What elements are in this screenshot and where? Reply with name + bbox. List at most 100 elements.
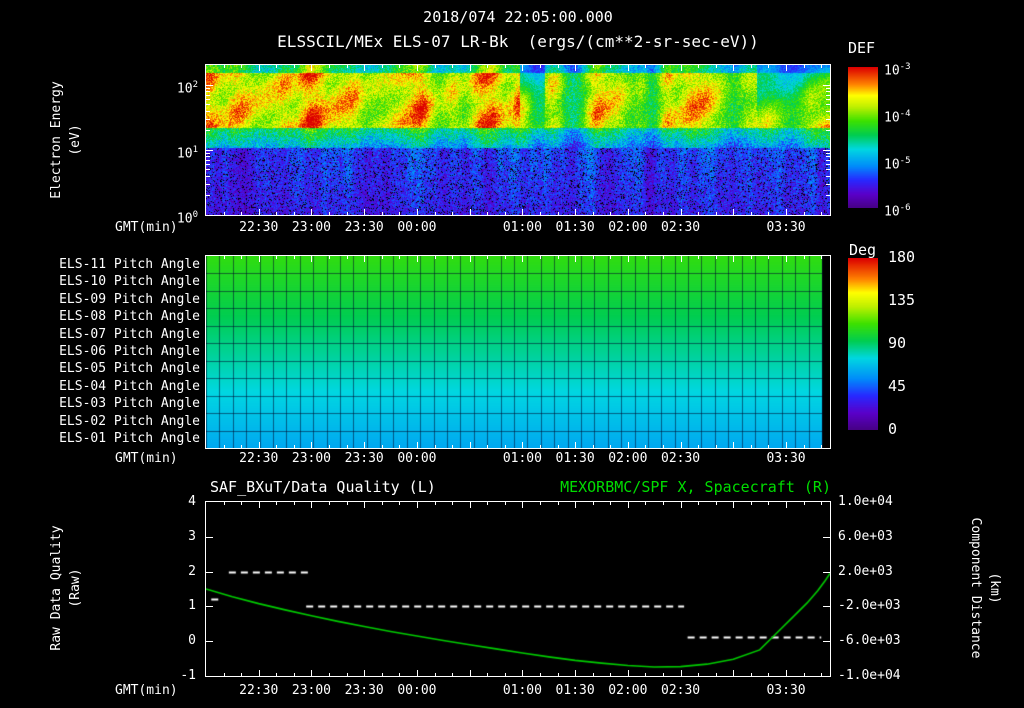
x-tick bbox=[224, 502, 225, 505]
x-tick bbox=[645, 445, 646, 448]
x-tick bbox=[487, 65, 488, 68]
x-tick bbox=[224, 65, 225, 68]
pitch-row-label: ELS-09 Pitch Angle bbox=[59, 291, 200, 307]
colorbar-tick-label: 10-4 bbox=[884, 109, 911, 126]
x-tick bbox=[347, 65, 348, 68]
electron-energy-ylabel-line1: Electron Energy bbox=[49, 81, 64, 199]
x-tick bbox=[452, 256, 453, 259]
x-tick bbox=[540, 445, 541, 448]
x-tick bbox=[347, 445, 348, 448]
pitch-row-label: ELS-11 Pitch Angle bbox=[59, 256, 200, 272]
y-minor-tick bbox=[826, 195, 830, 196]
deg-colorbar-title: Deg bbox=[849, 241, 877, 259]
x-tick bbox=[716, 256, 717, 259]
x-tick bbox=[768, 502, 769, 505]
x-tick bbox=[399, 445, 400, 448]
x-tick bbox=[698, 65, 699, 68]
x-tick bbox=[470, 209, 471, 215]
x-tick bbox=[259, 256, 260, 262]
x-tick bbox=[821, 65, 822, 68]
right-axis-tick-label: -6.0e+03 bbox=[838, 633, 901, 649]
x-tick bbox=[435, 65, 436, 68]
x-tick bbox=[452, 65, 453, 68]
x-tick bbox=[610, 65, 611, 68]
x-tick bbox=[540, 673, 541, 676]
x-tick bbox=[540, 502, 541, 505]
pitch-row-label: ELS-04 Pitch Angle bbox=[59, 378, 200, 394]
x-tick-label: 02:00 bbox=[608, 220, 648, 235]
right-axis-tick-label: 2.0e+03 bbox=[838, 563, 893, 579]
x-tick bbox=[768, 256, 769, 259]
x-tick bbox=[452, 502, 453, 505]
x-tick bbox=[311, 256, 312, 262]
x-tick bbox=[645, 212, 646, 215]
x-tick bbox=[645, 256, 646, 259]
x-tick bbox=[487, 502, 488, 505]
x-tick bbox=[663, 256, 664, 259]
x-tick bbox=[311, 65, 312, 71]
x-tick bbox=[311, 442, 312, 448]
x-tick bbox=[804, 673, 805, 676]
x-tick bbox=[804, 65, 805, 68]
y-tick-label: 100 bbox=[176, 210, 198, 227]
electron-energy-ylabel: Electron Energy (eV) bbox=[47, 81, 85, 198]
x-tick bbox=[294, 673, 295, 676]
left-axis-tick-label: 2 bbox=[188, 563, 196, 579]
x-tick bbox=[733, 65, 734, 71]
x-tick bbox=[610, 673, 611, 676]
x-tick bbox=[382, 502, 383, 505]
x-tick bbox=[681, 256, 682, 262]
title-spacer bbox=[508, 32, 527, 51]
x-tick bbox=[522, 502, 523, 508]
x-tick bbox=[364, 209, 365, 215]
x-tick bbox=[751, 502, 752, 505]
y-tick bbox=[823, 572, 830, 573]
x-tick bbox=[575, 442, 576, 448]
x-tick bbox=[276, 65, 277, 68]
x-tick bbox=[294, 65, 295, 68]
x-tick bbox=[522, 670, 523, 676]
x-tick bbox=[399, 256, 400, 259]
x-tick bbox=[540, 65, 541, 68]
x-tick bbox=[241, 256, 242, 259]
x-tick bbox=[593, 502, 594, 505]
x-tick bbox=[294, 256, 295, 259]
x-tick bbox=[716, 212, 717, 215]
x-tick bbox=[241, 445, 242, 448]
def-colorbar bbox=[848, 67, 878, 208]
x-tick bbox=[417, 502, 418, 508]
y-minor-tick bbox=[826, 176, 830, 177]
x-tick-label: 02:30 bbox=[661, 220, 701, 235]
x-tick bbox=[329, 502, 330, 505]
x-tick bbox=[821, 212, 822, 215]
y-tick bbox=[823, 85, 830, 86]
x-tick bbox=[698, 673, 699, 676]
pitch-angle-canvas bbox=[206, 256, 830, 448]
x-tick bbox=[698, 256, 699, 259]
x-tick bbox=[329, 673, 330, 676]
y-tick bbox=[206, 606, 213, 607]
component-distance-ylabel-line1: Component Distance bbox=[968, 517, 983, 659]
x-tick bbox=[768, 673, 769, 676]
x-tick bbox=[733, 209, 734, 215]
x-tick bbox=[347, 256, 348, 259]
x-tick bbox=[329, 256, 330, 259]
x-tick bbox=[487, 445, 488, 448]
raw-quality-ylabel-line2: (Raw) bbox=[68, 568, 83, 608]
x-tick bbox=[294, 212, 295, 215]
y-minor-tick bbox=[206, 88, 210, 89]
x-tick bbox=[259, 670, 260, 676]
x-tick bbox=[768, 65, 769, 68]
x-tick-label: 22:30 bbox=[239, 220, 279, 235]
x-tick bbox=[575, 209, 576, 215]
x-tick bbox=[522, 256, 523, 262]
y-minor-tick bbox=[206, 130, 210, 131]
x-tick bbox=[382, 65, 383, 68]
x-tick bbox=[681, 209, 682, 215]
x-tick bbox=[470, 65, 471, 71]
y-minor-tick bbox=[826, 111, 830, 112]
y-minor-tick bbox=[206, 119, 210, 120]
x-tick bbox=[716, 673, 717, 676]
x-tick bbox=[435, 256, 436, 259]
pitch-row-label: ELS-07 Pitch Angle bbox=[59, 326, 200, 342]
